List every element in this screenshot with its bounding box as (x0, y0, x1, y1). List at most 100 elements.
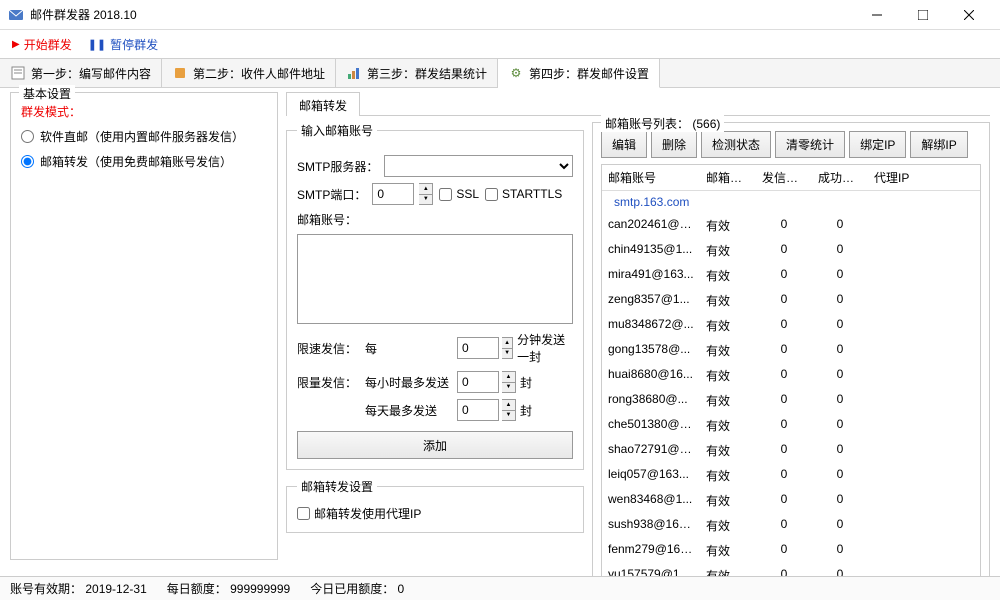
limit-day-input[interactable] (457, 399, 499, 421)
cell-ip (868, 488, 980, 513)
cell-account: fenm279@163... (602, 538, 700, 563)
col-ip[interactable]: 代理IP (868, 165, 980, 190)
group-row[interactable]: smtp.163.com (602, 191, 980, 213)
smtp-server-select[interactable] (384, 155, 573, 177)
rate-input[interactable] (457, 337, 499, 359)
pause-icon: ❚❚ (88, 38, 106, 51)
cell-account: can202461@1... (602, 213, 700, 238)
smtp-port-input[interactable] (372, 183, 414, 205)
table-row[interactable]: chin49135@1...有效00 (602, 238, 980, 263)
cell-ip (868, 438, 980, 463)
cell-ok: 0 (812, 413, 868, 438)
use-proxy-checkbox[interactable]: 邮箱转发使用代理IP (297, 505, 573, 522)
cell-account: gong13578@... (602, 338, 700, 363)
table-row[interactable]: che501380@1...有效00 (602, 413, 980, 438)
table-row[interactable]: gong13578@...有效00 (602, 338, 980, 363)
table-row[interactable]: zeng8357@1...有效00 (602, 288, 980, 313)
direct-mail-radio[interactable]: 软件直邮（使用内置邮件服务器发信） (21, 128, 267, 145)
right-panel: 邮箱转发 输入邮箱账号 SMTP服务器： SMTP端口： ▲▼ SSL (286, 92, 990, 560)
col-ok[interactable]: 成功数量 (812, 165, 868, 190)
account-list-legend: 邮箱账号列表： (566) (601, 115, 724, 132)
cell-ip (868, 463, 980, 488)
rate-label: 限速发信： (297, 340, 357, 357)
account-table[interactable]: 邮箱账号 邮箱状态 发信数量 成功数量 代理IP smtp.163.com ca… (601, 164, 981, 589)
direct-mail-radio-input[interactable] (21, 130, 34, 143)
window-title: 邮件群发器 2018.10 (30, 6, 854, 23)
step-2-tab[interactable]: 第二步：收件人邮件地址 (162, 59, 336, 87)
clear-stats-button[interactable]: 清零统计 (775, 131, 845, 158)
cell-account: zeng8357@1... (602, 288, 700, 313)
cell-ok: 0 (812, 463, 868, 488)
cell-status: 有效 (700, 313, 756, 338)
accounts-textarea[interactable] (297, 234, 573, 324)
cell-ok: 0 (812, 263, 868, 288)
limit-day-spinner[interactable]: ▲▼ (502, 399, 516, 421)
cell-status: 有效 (700, 363, 756, 388)
cell-account: sush938@163... (602, 513, 700, 538)
account-list-panel: 邮箱账号列表： (566) 编辑 删除 检测状态 清零统计 绑定IP 解绑IP … (592, 122, 990, 598)
bind-ip-button[interactable]: 绑定IP (849, 131, 906, 158)
minimize-button[interactable] (854, 0, 900, 30)
cell-ok: 0 (812, 363, 868, 388)
limits-grid: 限速发信： 每 ▲▼ 分钟发送一封 限量发信： 每小时最多发送 ▲▼ 封 (297, 331, 573, 421)
add-button[interactable]: 添加 (297, 431, 573, 459)
delete-button[interactable]: 删除 (651, 131, 697, 158)
table-row[interactable]: mira491@163...有效00 (602, 263, 980, 288)
stats-icon (346, 65, 362, 81)
basic-settings-panel: 基本设置 群发模式： 软件直邮（使用内置邮件服务器发信） 邮箱转发（使用免费邮箱… (10, 92, 278, 560)
col-sent[interactable]: 发信数量 (756, 165, 812, 190)
quota: 每日额度： 999999999 (167, 580, 290, 597)
relay-settings-fieldset: 邮箱转发设置 邮箱转发使用代理IP (286, 478, 584, 533)
cell-account: mu8348672@... (602, 313, 700, 338)
accounts-label-row: 邮箱账号： (297, 211, 573, 228)
table-row[interactable]: fenm279@163...有效00 (602, 538, 980, 563)
rate-spinner[interactable]: ▲▼ (502, 337, 513, 359)
limit-hour-spinner[interactable]: ▲▼ (502, 371, 516, 393)
gear-icon: ⚙ (508, 65, 524, 81)
table-row[interactable]: mu8348672@...有效00 (602, 313, 980, 338)
table-row[interactable]: shao72791@1...有效00 (602, 438, 980, 463)
starttls-checkbox[interactable]: STARTTLS (485, 187, 562, 201)
send-mode-label: 群发模式： (21, 103, 267, 120)
smtp-port-row: SMTP端口： ▲▼ SSL STARTTLS (297, 183, 573, 205)
table-row[interactable]: leiq057@163...有效00 (602, 463, 980, 488)
cell-account: che501380@1... (602, 413, 700, 438)
limit-day-text: 每天最多发送 (365, 402, 449, 419)
relay-mail-radio[interactable]: 邮箱转发（使用免费邮箱账号发信） (21, 153, 267, 170)
step-1-tab[interactable]: 第一步：编写邮件内容 (0, 59, 162, 87)
cell-sent: 0 (756, 263, 812, 288)
edit-button[interactable]: 编辑 (601, 131, 647, 158)
relay-subtab[interactable]: 邮箱转发 (286, 92, 360, 116)
cell-status: 有效 (700, 463, 756, 488)
step-3-tab[interactable]: 第三步：群发结果统计 (336, 59, 498, 87)
start-send-button[interactable]: ▶ 开始群发 (12, 36, 72, 53)
cell-sent: 0 (756, 388, 812, 413)
pause-send-button[interactable]: ❚❚ 暂停群发 (88, 36, 158, 53)
col-status[interactable]: 邮箱状态 (700, 165, 756, 190)
cell-sent: 0 (756, 513, 812, 538)
limit-hour-input[interactable] (457, 371, 499, 393)
table-row[interactable]: wen83468@1...有效00 (602, 488, 980, 513)
check-status-button[interactable]: 检测状态 (701, 131, 771, 158)
cell-ip (868, 263, 980, 288)
cell-ok: 0 (812, 513, 868, 538)
cell-account: huai8680@16... (602, 363, 700, 388)
smtp-port-spinner[interactable]: ▲▼ (419, 183, 433, 205)
ssl-checkbox[interactable]: SSL (439, 187, 479, 201)
cell-account: shao72791@1... (602, 438, 700, 463)
close-button[interactable] (946, 0, 992, 30)
maximize-button[interactable] (900, 0, 946, 30)
table-row[interactable]: can202461@1...有效00 (602, 213, 980, 238)
table-row[interactable]: huai8680@16...有效00 (602, 363, 980, 388)
table-row[interactable]: rong38680@...有效00 (602, 388, 980, 413)
limit-day-unit: 封 (520, 402, 532, 419)
table-row[interactable]: sush938@163...有效00 (602, 513, 980, 538)
relay-mail-radio-input[interactable] (21, 155, 34, 168)
steps-tabs: 第一步：编写邮件内容 第二步：收件人邮件地址 第三步：群发结果统计 ⚙ 第四步：… (0, 58, 1000, 88)
cell-ok: 0 (812, 238, 868, 263)
used: 今日已用额度： 0 (310, 580, 404, 597)
step-4-tab[interactable]: ⚙ 第四步：群发邮件设置 (498, 59, 660, 88)
rate-text2: 分钟发送一封 (517, 331, 573, 365)
col-account[interactable]: 邮箱账号 (602, 165, 700, 190)
unbind-ip-button[interactable]: 解绑IP (910, 131, 967, 158)
